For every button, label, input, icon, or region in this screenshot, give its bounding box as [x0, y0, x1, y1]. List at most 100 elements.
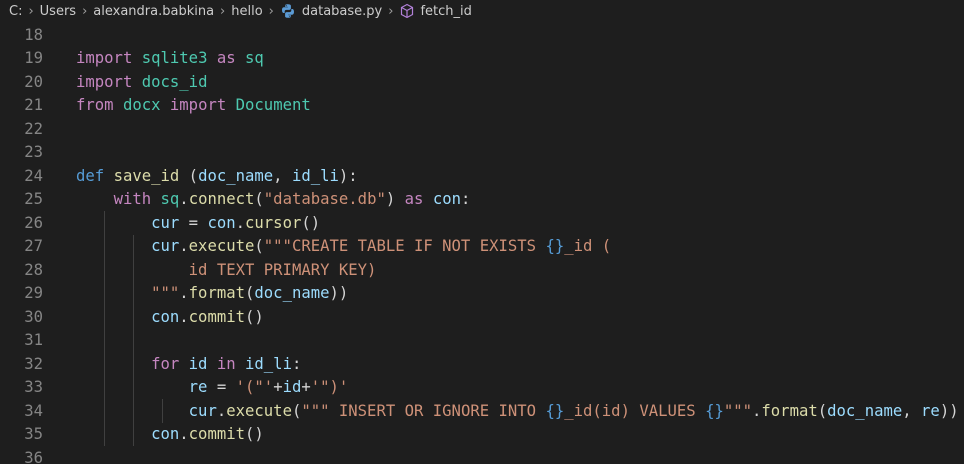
code-line[interactable]: 20 import docs_id [0, 70, 964, 94]
code-token: () [245, 307, 264, 326]
breadcrumb-symbol[interactable]: fetch_id [420, 4, 471, 19]
code-token: ( [291, 401, 302, 420]
code-line[interactable]: 21 from docx import Document [0, 94, 964, 118]
code-token: execute [226, 401, 292, 420]
breadcrumb-users[interactable]: Users [40, 4, 76, 19]
chevron-right-icon: › [28, 3, 34, 19]
code-token: = [207, 378, 236, 397]
code-line[interactable]: 35 con.commit() [0, 423, 964, 447]
code-token: docx [122, 96, 161, 115]
line-number: 27 [24, 237, 43, 256]
code-token: commit [188, 425, 246, 444]
code-text: cur = con.cursor() [76, 214, 320, 232]
breadcrumb-drive[interactable]: C: [9, 4, 22, 19]
code-token: """CREATE TABLE IF NOT EXISTS [263, 237, 546, 256]
chevron-right-icon: › [82, 3, 88, 19]
code-token: cur [188, 401, 217, 420]
breadcrumb-user-folder[interactable]: alexandra.babkina [93, 4, 214, 19]
code-token: doc_name [254, 284, 330, 303]
code-token: sqlite3 [141, 49, 208, 68]
code-token: docs_id [141, 72, 208, 91]
code-token: import [169, 96, 227, 115]
code-token: re [188, 378, 208, 397]
code-token: def [76, 166, 105, 185]
line-number: 18 [24, 25, 43, 44]
code-token: + [273, 378, 283, 397]
code-token: """ INSERT OR IGNORE INTO [301, 401, 546, 420]
code-token: () [301, 213, 321, 232]
line-number: 21 [24, 96, 43, 115]
line-number: 25 [24, 190, 43, 209]
code-token: in [216, 354, 236, 373]
code-token: {} [545, 237, 565, 256]
code-line[interactable]: 27 cur.execute("""CREATE TABLE IF NOT EX… [0, 235, 964, 259]
code-text: cur.execute(""" INSERT OR IGNORE INTO {}… [76, 402, 959, 420]
indent-guide [133, 234, 134, 446]
code-token: ( [254, 190, 264, 209]
code-token: with [113, 190, 152, 209]
line-number: 34 [24, 401, 43, 420]
code-text: with sq.connect("database.db") as con: [76, 190, 471, 209]
code-token: {} [705, 401, 724, 420]
code-token: connect [188, 190, 255, 209]
line-number: 29 [24, 284, 43, 303]
symbol-method-icon [399, 3, 415, 19]
line-number: 28 [24, 260, 43, 279]
code-line[interactable]: 26 cur = con.cursor() [0, 211, 964, 235]
code-token: . [216, 401, 227, 420]
code-token: """ [723, 401, 753, 420]
breadcrumb-hello-folder[interactable]: hello [231, 4, 262, 19]
line-number: 33 [24, 378, 43, 397]
chevron-right-icon: › [220, 3, 226, 19]
code-line[interactable]: 31 [0, 329, 964, 353]
code-token: . [179, 307, 189, 326]
code-token: : [460, 190, 471, 209]
code-token: + [301, 378, 311, 397]
code-line[interactable]: 29 """.format(doc_name)) [0, 282, 964, 306]
code-line[interactable]: 22 [0, 117, 964, 141]
code-line[interactable]: 30 con.commit() [0, 305, 964, 329]
code-line[interactable]: 34 cur.execute(""" INSERT OR IGNORE INTO… [0, 399, 964, 423]
breadcrumb: C: › Users › alexandra.babkina › hello ›… [0, 0, 964, 22]
code-token: ) [385, 190, 405, 209]
code-line[interactable]: 24 def save_id (doc_name, id_li): [0, 164, 964, 188]
indent-guide [104, 211, 105, 446]
code-token: con [151, 425, 180, 444]
code-token: as [404, 190, 424, 209]
code-token: ( [179, 166, 199, 185]
code-line[interactable]: 19 import sqlite3 as sq [0, 47, 964, 71]
code-token: , [273, 166, 292, 185]
breadcrumb-file[interactable]: database.py [302, 4, 382, 19]
code-text: def save_id (doc_name, id_li): [76, 167, 358, 185]
code-token: id_li [291, 166, 339, 185]
code-line[interactable]: 23 [0, 141, 964, 165]
code-line[interactable]: 28 id TEXT PRIMARY KEY) [0, 258, 964, 282]
code-line[interactable]: 36 [0, 446, 964, 464]
code-editor[interactable]: 18 19 import sqlite3 as sq 20 import docs_id… [0, 22, 964, 464]
code-line[interactable]: 25 with sq.connect("database.db") as con… [0, 188, 964, 212]
code-line[interactable]: 18 [0, 23, 964, 47]
code-text: re = '("'+id+'")' [76, 378, 349, 397]
code-token: doc_name [827, 401, 903, 420]
line-number: 20 [24, 72, 43, 91]
code-line[interactable]: 32 for id in id_li: [0, 352, 964, 376]
code-token: commit [188, 307, 246, 326]
line-number: 24 [24, 166, 43, 185]
code-token: '("' [235, 378, 274, 397]
code-text: id TEXT PRIMARY KEY) [76, 261, 377, 279]
code-line[interactable]: 33 re = '("'+id+'")' [0, 376, 964, 400]
